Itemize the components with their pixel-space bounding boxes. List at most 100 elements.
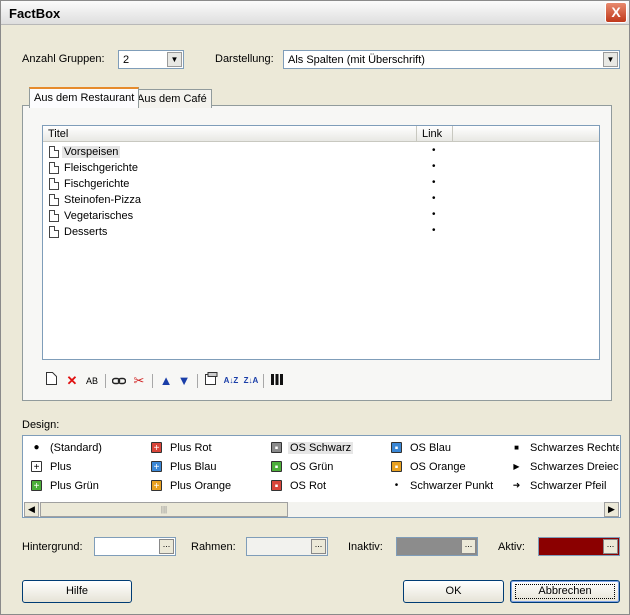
rename-icon-text: AB [85, 376, 98, 386]
design-option[interactable]: ▪ OS Schwarz [271, 441, 387, 456]
design-option-label: OS Schwarz [288, 442, 354, 454]
active-color-picker[interactable]: ... [538, 537, 620, 556]
inactive-color-button[interactable]: ... [461, 539, 476, 554]
toolbar-separator [152, 374, 153, 388]
delete-icon[interactable]: ✕ [63, 371, 81, 391]
column-header-link[interactable]: Link [417, 126, 453, 141]
design-option[interactable]: ▪ OS Rot [271, 479, 387, 494]
help-button[interactable]: Hilfe [22, 580, 132, 603]
border-color-picker[interactable]: ... [246, 537, 328, 556]
active-color-label: Aktiv: [498, 541, 525, 553]
design-option-label: Plus Grün [50, 480, 99, 492]
list-item[interactable]: Fleischgerichte • [43, 160, 599, 176]
inactive-color-picker[interactable]: ... [396, 537, 478, 556]
list-item-title: Fleischgerichte [64, 162, 138, 174]
sort-ascending-icon[interactable]: A↓Z [222, 371, 240, 391]
sort-descending-icon[interactable]: Z↓A [242, 371, 260, 391]
background-color-picker[interactable]: ... [94, 537, 176, 556]
scroll-left-icon[interactable]: ◀ [24, 502, 39, 517]
plus-green-icon: + [31, 480, 42, 492]
groups-count-value: 2 [123, 54, 130, 66]
design-option[interactable]: ▪ OS Grün [271, 460, 387, 475]
design-option[interactable]: ▪ OS Orange [391, 460, 507, 475]
tab-restaurant[interactable]: Aus dem Restaurant [29, 87, 140, 108]
groups-count-select[interactable]: 2 ▼ [118, 50, 184, 69]
move-down-icon[interactable]: ▼ [175, 371, 193, 391]
document-icon [49, 194, 59, 206]
document-icon [49, 178, 59, 190]
design-option-label: Schwarzes Rechte [530, 442, 619, 454]
design-option[interactable]: ▶ Schwarzes Dreieck [511, 460, 619, 475]
scroll-thumb[interactable]: ||| [40, 502, 288, 517]
inactive-color-label: Inaktiv: [348, 541, 383, 553]
tab-cafe[interactable]: Aus dem Café [132, 89, 212, 108]
design-option[interactable]: + Plus Orange [151, 479, 267, 494]
group-list[interactable]: Titel Link Vorspeisen • Fleischgerichte • Fi… [42, 125, 600, 360]
link-icon[interactable] [110, 371, 128, 391]
design-option[interactable]: ● (Standard) [31, 441, 147, 456]
list-item[interactable]: Fischgerichte • [43, 176, 599, 192]
active-color-button[interactable]: ... [603, 539, 618, 554]
design-option[interactable]: • Schwarzer Punkt [391, 479, 507, 494]
list-item[interactable]: Desserts • [43, 224, 599, 240]
plus-icon: + [31, 461, 42, 473]
design-option[interactable]: + Plus [31, 460, 147, 475]
design-option-label: Plus Orange [170, 480, 232, 492]
window-title: FactBox [9, 6, 61, 21]
display-mode-label: Darstellung: [215, 53, 274, 65]
design-option-label: OS Orange [410, 461, 466, 473]
os-green-icon: ▪ [271, 461, 282, 473]
background-color-button[interactable]: ... [159, 539, 174, 554]
title-bar[interactable]: FactBox X [1, 1, 629, 25]
design-option[interactable]: ▪ OS Blau [391, 441, 507, 456]
list-item[interactable]: Vorspeisen • [43, 144, 599, 160]
design-option[interactable]: + Plus Grün [31, 479, 147, 494]
toolbar-separator [105, 374, 106, 388]
rename-icon[interactable]: AB [83, 371, 101, 391]
chevron-down-icon[interactable]: ▼ [167, 52, 182, 67]
display-mode-value: Als Spalten (mit Überschrift) [288, 54, 425, 66]
list-item[interactable]: Steinofen-Pizza • [43, 192, 599, 208]
black-triangle-icon: ▶ [513, 462, 520, 471]
ok-button[interactable]: OK [403, 580, 504, 603]
design-option[interactable]: + Plus Blau [151, 460, 267, 475]
design-option[interactable]: + Plus Rot [151, 441, 267, 456]
properties-icon[interactable] [202, 371, 220, 391]
os-black-icon: ▪ [271, 442, 282, 454]
move-up-icon[interactable]: ▲ [157, 371, 175, 391]
unlink-icon[interactable]: ✂ [130, 371, 148, 391]
new-item-icon[interactable] [42, 371, 60, 391]
list-item-title: Desserts [64, 226, 108, 238]
help-button-label: Hilfe [65, 585, 88, 597]
list-item-link: • [432, 177, 436, 188]
design-list[interactable]: ● (Standard) + Plus Rot ▪ OS Schwarz ▪ OS Blau ■… [22, 435, 621, 518]
black-square-icon: ■ [514, 443, 519, 452]
design-option-label: Plus [50, 461, 72, 473]
cancel-button[interactable]: Abbrechen [510, 580, 620, 603]
black-arrow-icon: ➜ [512, 480, 521, 490]
design-option-label: OS Rot [290, 480, 327, 492]
design-option[interactable]: ■ Schwarzes Rechte [511, 441, 619, 456]
column-header-title[interactable]: Titel [43, 126, 417, 141]
scroll-right-icon[interactable]: ▶ [604, 502, 619, 517]
design-horizontal-scrollbar[interactable]: ◀ ||| ▶ [24, 502, 619, 517]
design-option-label: (Standard) [50, 442, 102, 454]
plus-orange-icon: + [151, 480, 162, 492]
design-option-label: Schwarzer Pfeil [530, 480, 607, 492]
chevron-down-icon[interactable]: ▼ [603, 52, 618, 67]
close-button[interactable]: X [605, 2, 627, 23]
list-toolbar: ✕ AB ✂ ▲ ▼ A↓Z Z↓A [42, 371, 342, 391]
design-option-label: Schwarzes Dreieck [530, 461, 619, 473]
list-item[interactable]: Vegetarisches • [43, 208, 599, 224]
display-mode-select[interactable]: Als Spalten (mit Überschrift) ▼ [283, 50, 620, 69]
os-orange-icon: ▪ [391, 461, 402, 473]
columns-icon[interactable] [268, 371, 286, 391]
document-icon [49, 210, 59, 222]
list-item-title: Vegetarisches [64, 210, 134, 222]
design-label: Design: [22, 419, 60, 431]
border-color-label: Rahmen: [191, 541, 236, 553]
list-item-title: Steinofen-Pizza [64, 194, 142, 206]
design-option-label: OS Blau [410, 442, 451, 454]
design-option[interactable]: ➜ Schwarzer Pfeil [511, 479, 619, 494]
border-color-button[interactable]: ... [311, 539, 326, 554]
